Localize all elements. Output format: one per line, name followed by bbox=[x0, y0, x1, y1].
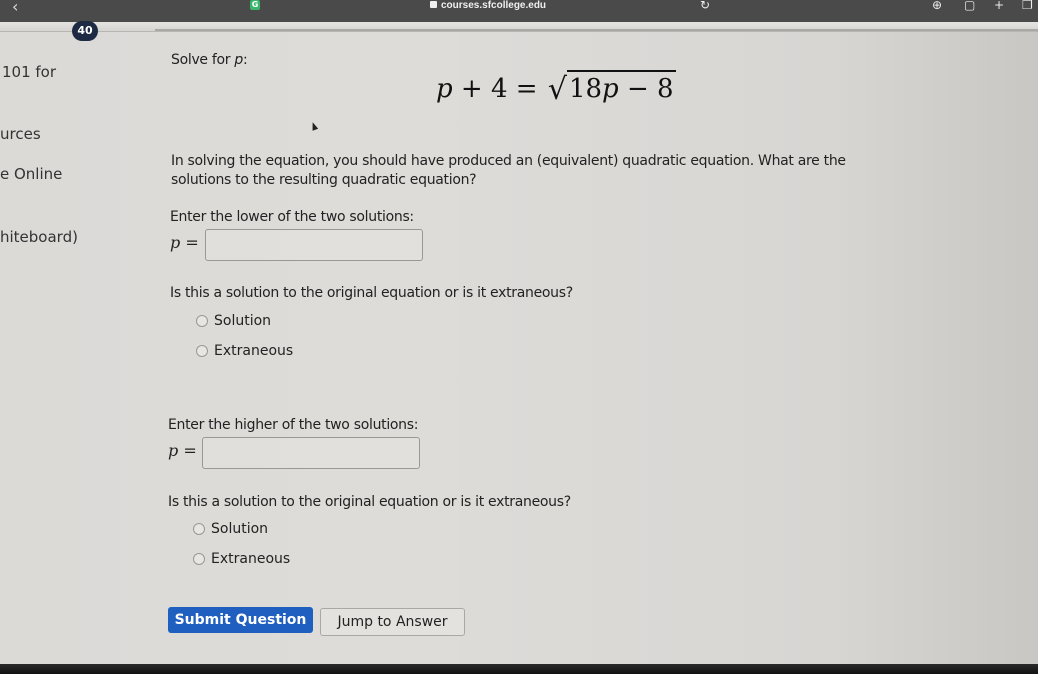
radicand-var: p bbox=[602, 74, 619, 104]
sidebar-item-online[interactable]: e Online bbox=[0, 165, 62, 183]
option-label: Solution bbox=[214, 313, 272, 329]
divider bbox=[155, 29, 1038, 31]
share-icon[interactable]: ▢ bbox=[964, 0, 975, 12]
option-label: Extraneous bbox=[214, 343, 294, 359]
sidebar-item-resources[interactable]: urces bbox=[0, 125, 41, 143]
radio-button[interactable] bbox=[196, 315, 208, 327]
grammarly-extension-icon[interactable]: G bbox=[250, 0, 260, 10]
higher-solution-input[interactable] bbox=[202, 437, 420, 469]
part2-eq: = bbox=[178, 441, 197, 460]
tab-strip bbox=[0, 22, 1038, 32]
question-prompt: Solve for p: bbox=[171, 52, 248, 68]
equation: p + 4 = √18p − 8 bbox=[436, 70, 676, 107]
instructions-line-2: solutions to the resulting quadratic equ… bbox=[171, 172, 477, 188]
sidebar-item-whiteboard[interactable]: hiteboard) bbox=[0, 228, 78, 246]
screen-bezel bbox=[0, 664, 1038, 674]
radicand-number: 18 bbox=[568, 74, 603, 104]
radio-button[interactable] bbox=[196, 345, 208, 357]
prompt-text: Solve for bbox=[171, 52, 235, 68]
prompt-variable: p bbox=[234, 52, 243, 68]
browser-toolbar: ‹ G courses.sfcollege.edu ↻ ⊕ ▢ + ❐ bbox=[0, 0, 1038, 22]
part2-option-extraneous[interactable]: Extraneous bbox=[193, 551, 290, 567]
part2-var: p bbox=[168, 441, 179, 460]
address-bar[interactable]: courses.sfcollege.edu bbox=[430, 0, 546, 11]
part2-followup: Is this a solution to the original equat… bbox=[168, 494, 571, 510]
radio-button[interactable] bbox=[193, 523, 205, 535]
option-label: Solution bbox=[211, 521, 269, 537]
part1-followup: Is this a solution to the original equat… bbox=[170, 285, 573, 301]
submit-question-button[interactable]: Submit Question bbox=[168, 607, 313, 633]
part1-option-extraneous[interactable]: Extraneous bbox=[196, 343, 293, 359]
part1-p-equals: p = bbox=[170, 233, 199, 252]
part2-label: Enter the higher of the two solutions: bbox=[168, 417, 419, 433]
prompt-colon: : bbox=[243, 52, 248, 68]
back-icon[interactable]: ‹ bbox=[12, 0, 18, 16]
square-root: √18p − 8 bbox=[546, 70, 676, 107]
part1-eq: = bbox=[180, 233, 199, 252]
part1-label: Enter the lower of the two solutions: bbox=[170, 209, 414, 225]
jump-to-answer-button[interactable]: Jump to Answer bbox=[320, 608, 465, 636]
download-icon[interactable]: ⊕ bbox=[932, 0, 942, 12]
part2-option-solution[interactable]: Solution bbox=[193, 521, 268, 537]
part1-var: p bbox=[170, 233, 181, 252]
lower-solution-input[interactable] bbox=[205, 229, 423, 261]
lock-icon bbox=[430, 1, 437, 8]
option-label: Extraneous bbox=[211, 551, 291, 567]
sidebar-item-course[interactable]: 101 for bbox=[2, 63, 56, 81]
notification-badge[interactable]: 40 bbox=[72, 21, 98, 41]
mouse-cursor-icon bbox=[309, 121, 319, 131]
part2-p-equals: p = bbox=[168, 441, 197, 460]
radical-icon: √ bbox=[547, 72, 567, 107]
url-text: courses.sfcollege.edu bbox=[441, 0, 547, 11]
equation-lhs-var: p bbox=[436, 74, 453, 104]
tabs-overview-icon[interactable]: ❐ bbox=[1022, 0, 1033, 12]
radicand: 18p − 8 bbox=[566, 70, 676, 104]
equation-lhs-rest: + 4 = bbox=[452, 74, 546, 104]
part1-option-solution[interactable]: Solution bbox=[196, 313, 271, 329]
radio-button[interactable] bbox=[193, 553, 205, 565]
instructions-line-1: In solving the equation, you should have… bbox=[171, 153, 846, 169]
radicand-rest: − 8 bbox=[618, 74, 674, 104]
new-tab-icon[interactable]: + bbox=[994, 0, 1004, 12]
reload-icon[interactable]: ↻ bbox=[700, 0, 710, 12]
